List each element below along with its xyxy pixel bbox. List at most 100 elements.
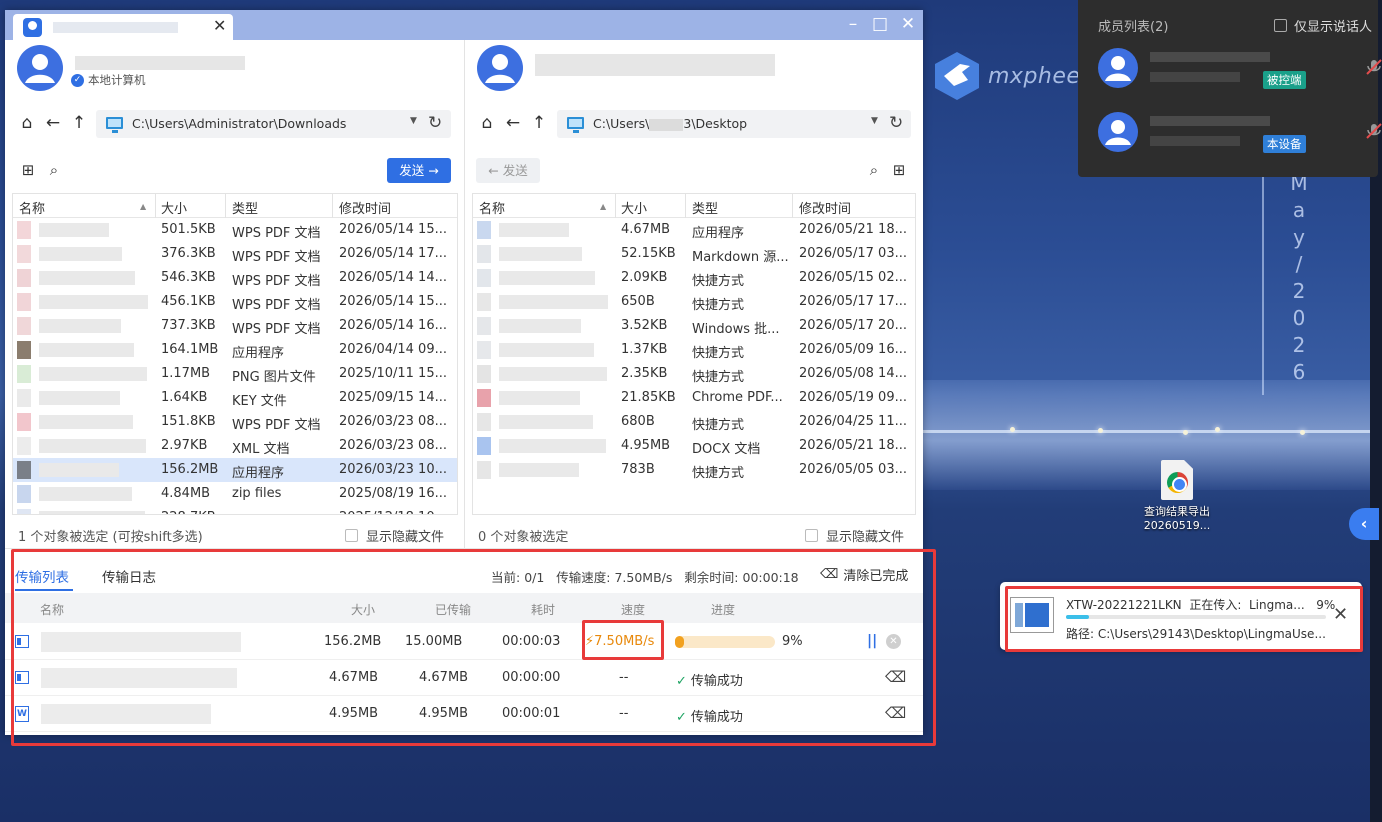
home-icon[interactable]: ⌂ (476, 112, 498, 134)
file-row[interactable]: 52.15KB Markdown 源... 2026/05/17 03... (473, 242, 915, 266)
file-size: 546.3KB (161, 270, 216, 285)
file-row[interactable]: 21.85KB Chrome PDF... 2026/05/19 09... (473, 386, 915, 410)
file-modified: 2026/05/05 03... (799, 462, 907, 477)
file-row[interactable]: 650B 快捷方式 2026/05/17 17... (473, 290, 915, 314)
computer-icon (567, 117, 584, 133)
col-name[interactable]: 名称 (19, 198, 45, 217)
search-icon[interactable]: ⌕ (44, 160, 64, 180)
file-row[interactable]: 228.7KB JPEG 图片文件 2025/12/18 10... (13, 506, 457, 514)
mic-muted-icon[interactable] (1365, 58, 1382, 76)
up-arrow-icon[interactable]: ↑ (528, 112, 550, 134)
file-name-redacted (499, 367, 607, 381)
remote-show-hidden-toggle[interactable]: 显示隐藏文件 (805, 526, 904, 545)
file-icon (17, 341, 31, 359)
back-arrow-icon[interactable]: ← (502, 112, 524, 134)
path-dropdown-icon[interactable]: ▼ (410, 116, 417, 126)
remote-path-box[interactable]: C:\Users\ 3\Desktop ▼ ↻ (557, 110, 911, 138)
file-row[interactable]: 4.95MB DOCX 文档 2026/05/21 18... (473, 434, 915, 458)
local-pane-header: ✓ 本地计算机 (5, 40, 464, 98)
show-hidden-checkbox[interactable] (805, 529, 818, 542)
desktop-file-icon[interactable]: 查询结果导出 20260519... (1137, 460, 1217, 533)
col-modified[interactable]: 修改时间 (799, 198, 851, 217)
new-folder-icon[interactable]: ⊞ (18, 160, 38, 180)
file-name-redacted (499, 415, 593, 429)
window-tab[interactable]: ✕ (13, 14, 233, 40)
file-row[interactable]: 3.52KB Windows 批... 2026/05/17 20... (473, 314, 915, 338)
file-row[interactable]: 151.8KB WPS PDF 文档 2026/03/23 08... (13, 410, 457, 434)
col-type[interactable]: 类型 (692, 198, 718, 217)
col-sep (155, 194, 156, 218)
local-show-hidden-toggle[interactable]: 显示隐藏文件 (345, 526, 444, 545)
file-icon (17, 269, 31, 287)
only-speaker-checkbox[interactable] (1273, 19, 1287, 32)
highlight-box (1005, 586, 1363, 652)
new-folder-icon[interactable]: ⊞ (889, 160, 909, 180)
mic-muted-icon[interactable] (1365, 122, 1382, 140)
desktop-horizon-line (920, 430, 1382, 433)
remote-table-header: 名称 ▲ 大小 类型 修改时间 (473, 194, 915, 218)
local-label-text: 本地计算机 (88, 73, 146, 87)
file-row[interactable]: 456.1KB WPS PDF 文档 2026/05/14 15... (13, 290, 457, 314)
remote-nav-row: ⌂ ← ↑ C:\Users\ 3\Desktop ▼ ↻ (465, 110, 923, 138)
local-device-label: ✓ 本地计算机 (71, 72, 146, 88)
file-row[interactable]: 4.84MB zip files 2025/08/19 16... (13, 482, 457, 506)
file-icon (17, 317, 31, 335)
col-size[interactable]: 大小 (161, 198, 187, 217)
show-hidden-checkbox[interactable] (345, 529, 358, 542)
member-item[interactable]: 本设备 (1098, 112, 1382, 156)
only-speaker-toggle[interactable]: 仅显示说话人 (1273, 16, 1372, 35)
back-arrow-icon[interactable]: ← (42, 112, 64, 134)
file-type: XML 文档 (232, 442, 290, 457)
local-path-box[interactable]: C:\Users\Administrator\Downloads ▼ ↻ (96, 110, 451, 138)
file-row[interactable]: 2.97KB XML 文档 2026/03/23 08... (13, 434, 457, 458)
col-modified[interactable]: 修改时间 (339, 198, 391, 217)
member-sub-redacted (1150, 136, 1240, 146)
file-row[interactable]: 4.67MB 应用程序 2026/05/21 18... (473, 218, 915, 242)
file-icon (17, 509, 31, 514)
file-modified: 2026/05/17 03... (799, 246, 907, 261)
file-row[interactable]: 2.35KB 快捷方式 2026/05/08 14... (473, 362, 915, 386)
file-name-redacted (39, 367, 147, 381)
sort-icon[interactable]: ▲ (140, 202, 146, 211)
receive-button[interactable]: ← 发送 (476, 158, 540, 183)
minimize-button[interactable]: – (843, 14, 863, 34)
ruler-char: a (1292, 198, 1306, 222)
file-name-redacted (39, 511, 145, 514)
home-icon[interactable]: ⌂ (16, 112, 38, 134)
col-size[interactable]: 大小 (621, 198, 647, 217)
file-row[interactable]: 680B 快捷方式 2026/04/25 11... (473, 410, 915, 434)
file-size: 164.1MB (161, 342, 219, 357)
file-row[interactable]: 1.17MB PNG 图片文件 2025/10/11 15... (13, 362, 457, 386)
refresh-icon[interactable]: ↻ (889, 113, 903, 133)
file-row[interactable]: 1.37KB 快捷方式 2026/05/09 16... (473, 338, 915, 362)
file-row[interactable]: 156.2MB 应用程序 2026/03/23 10... (13, 458, 457, 482)
search-icon[interactable]: ⌕ (864, 160, 884, 180)
up-arrow-icon[interactable]: ↑ (68, 112, 90, 134)
close-window-button[interactable]: ✕ (898, 14, 918, 34)
file-size: 4.67MB (621, 222, 671, 237)
col-name[interactable]: 名称 (479, 198, 505, 217)
file-row[interactable]: 164.1MB 应用程序 2026/04/14 09... (13, 338, 457, 362)
file-icon (477, 293, 491, 311)
send-button-label: 发送 (399, 163, 425, 178)
col-type[interactable]: 类型 (232, 198, 258, 217)
file-row[interactable]: 783B 快捷方式 2026/05/05 03... (473, 458, 915, 482)
file-size: 52.15KB (621, 246, 676, 261)
member-item[interactable]: 被控端 (1098, 48, 1382, 92)
file-row[interactable]: 737.3KB WPS PDF 文档 2026/05/14 16... (13, 314, 457, 338)
maximize-button[interactable]: □ (870, 14, 890, 34)
file-row[interactable]: 376.3KB WPS PDF 文档 2026/05/14 17... (13, 242, 457, 266)
refresh-icon[interactable]: ↻ (428, 113, 442, 133)
file-size: 650B (621, 294, 655, 309)
file-row[interactable]: 2.09KB 快捷方式 2026/05/15 02... (473, 266, 915, 290)
path-dropdown-icon[interactable]: ▼ (871, 116, 878, 126)
tab-close-icon[interactable]: ✕ (213, 16, 226, 35)
file-row[interactable]: 1.64KB KEY 文件 2025/09/15 14... (13, 386, 457, 410)
file-row[interactable]: 546.3KB WPS PDF 文档 2026/05/14 14... (13, 266, 457, 290)
send-button[interactable]: 发送 → (387, 158, 451, 183)
collapse-side-panel-button[interactable]: ‹ (1349, 508, 1379, 540)
file-name-redacted (499, 343, 594, 357)
show-hidden-label: 显示隐藏文件 (826, 530, 905, 545)
file-row[interactable]: 501.5KB WPS PDF 文档 2026/05/14 15... (13, 218, 457, 242)
sort-icon[interactable]: ▲ (600, 202, 606, 211)
